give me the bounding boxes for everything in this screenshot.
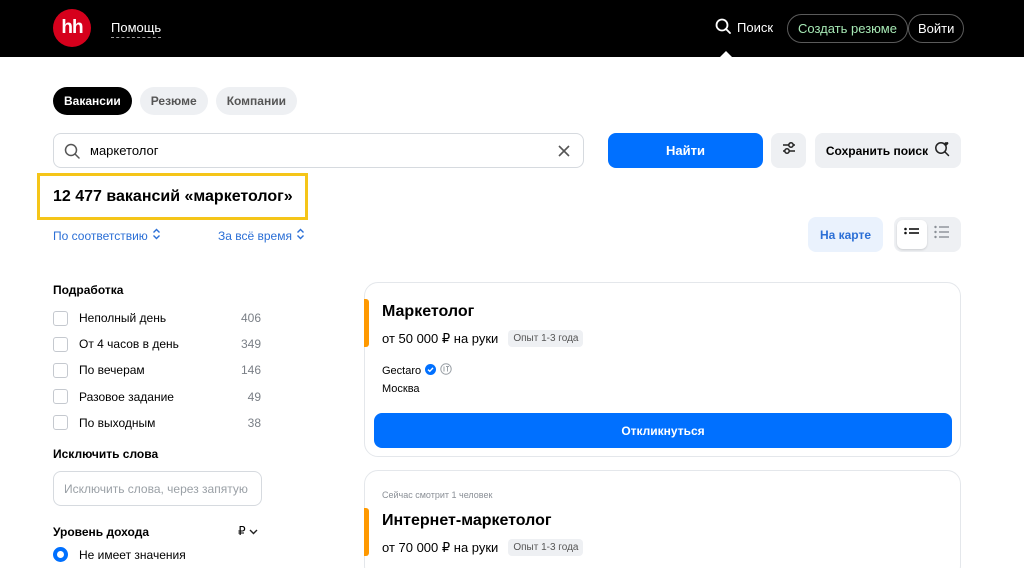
list-icon <box>904 226 920 244</box>
up-down-chevron-icon <box>296 228 305 243</box>
part-time-heading: Подработка <box>53 283 124 297</box>
search-type-tabs: Вакансии Резюме Компании <box>53 87 297 115</box>
filter-from-4-hours[interactable]: От 4 часов в день 349 <box>53 331 261 357</box>
tab-resumes[interactable]: Резюме <box>139 87 208 115</box>
save-search-label: Сохранить поиск <box>825 143 929 158</box>
compact-view-button[interactable] <box>927 220 957 249</box>
compact-list-icon <box>934 225 950 244</box>
vacancy-salary-row: от 70 000 ₽ на руки Опыт 1-3 года <box>382 539 584 556</box>
hh-logo[interactable]: hh <box>53 9 91 47</box>
sort-relevance-dropdown[interactable]: По соответствию <box>53 228 161 243</box>
map-view-button[interactable]: На карте <box>808 217 883 252</box>
part-time-filter-list: Неполный день 406 От 4 часов в день 349 … <box>53 305 261 436</box>
filter-label: По вечерам <box>79 363 145 378</box>
vacancy-salary-row: от 50 000 ₽ на руки Опыт 1-3 года <box>382 330 584 347</box>
vacancy-salary: от 70 000 ₽ на руки <box>382 539 499 555</box>
sort-relevance-label: По соответствию <box>53 228 148 243</box>
search-icon <box>64 142 82 160</box>
vacancy-title-link[interactable]: Маркетолог <box>382 303 474 321</box>
help-link[interactable]: Помощь <box>111 20 162 38</box>
vacancy-salary: от 50 000 ₽ на руки <box>382 330 499 346</box>
exclude-words-input[interactable] <box>53 471 262 506</box>
verified-check-icon <box>425 363 437 378</box>
header-search-label: Поиск <box>737 20 774 35</box>
login-button[interactable]: Войти <box>908 14 965 43</box>
filter-weekends[interactable]: По выходным 38 <box>53 410 261 436</box>
viewing-now-note: Сейчас смотрит 1 человек <box>382 490 493 500</box>
search-caret-indicator <box>719 51 733 58</box>
list-view-button[interactable] <box>897 220 927 249</box>
create-resume-button[interactable]: Создать резюме <box>787 14 908 43</box>
tab-vacancies[interactable]: Вакансии <box>53 87 132 115</box>
filter-one-time-task[interactable]: Разовое задание 49 <box>53 384 261 410</box>
advanced-filters-button[interactable] <box>771 133 806 168</box>
search-icon <box>715 18 731 37</box>
checkbox[interactable] <box>53 310 68 326</box>
currency-selector[interactable]: ₽ <box>238 524 258 538</box>
tab-companies[interactable]: Компании <box>215 87 297 115</box>
highlight-accent-bar <box>364 508 369 556</box>
respond-button[interactable]: Откликнуться <box>374 413 952 448</box>
clear-icon[interactable] <box>557 143 573 159</box>
income-level-heading: Уровень дохода <box>53 525 150 539</box>
filter-label: Неполный день <box>79 311 167 326</box>
filter-label: От 4 часов в день <box>79 337 179 352</box>
view-mode-toggle <box>894 217 961 252</box>
vacancy-city: Москва <box>382 383 420 395</box>
filter-part-time-day[interactable]: Неполный день 406 <box>53 305 261 331</box>
experience-badge: Опыт 1-3 года <box>508 539 584 556</box>
chevron-down-icon <box>249 524 258 538</box>
checkbox[interactable] <box>53 389 68 405</box>
filter-count: 406 <box>240 311 261 326</box>
filter-count: 146 <box>240 363 261 378</box>
find-button[interactable]: Найти <box>608 133 763 168</box>
filter-evenings[interactable]: По вечерам 146 <box>53 357 261 383</box>
filter-count: 49 <box>247 389 261 404</box>
exclude-words-heading: Исключить слова <box>53 447 159 461</box>
income-any-option[interactable]: Не имеет значения <box>53 547 186 562</box>
sort-period-dropdown[interactable]: За всё время <box>218 228 305 243</box>
header-search-link[interactable]: Поиск <box>715 18 773 37</box>
filter-label: Разовое задание <box>79 389 174 404</box>
top-navigation-bar: hh Помощь Поиск Создать резюме Войти <box>0 0 1024 58</box>
results-count-highlight: 12 477 вакансий «маркетолог» <box>37 173 308 220</box>
vacancy-card: Маркетолог от 50 000 ₽ на руки Опыт 1-3 … <box>364 282 961 457</box>
search-field <box>53 133 584 168</box>
filter-count: 38 <box>247 415 261 430</box>
company-link[interactable]: Gectaro <box>382 363 452 378</box>
experience-badge: Опыт 1-3 года <box>508 330 584 347</box>
radio-selected[interactable] <box>53 547 68 562</box>
heart-search-icon <box>934 141 950 160</box>
save-search-button[interactable]: Сохранить поиск <box>815 133 961 168</box>
results-count-title: 12 477 вакансий «маркетолог» <box>53 187 293 205</box>
sort-period-label: За всё время <box>218 228 292 243</box>
up-down-chevron-icon <box>152 228 161 243</box>
filter-count: 349 <box>240 337 261 352</box>
highlight-accent-bar <box>364 299 369 347</box>
vacancy-card: Сейчас смотрит 1 человек Интернет-маркет… <box>364 470 961 568</box>
it-accreditation-icon <box>440 363 452 378</box>
sliders-icon <box>781 140 797 161</box>
income-any-label: Не имеет значения <box>79 547 186 562</box>
search-input[interactable] <box>90 143 557 158</box>
vacancy-title-link[interactable]: Интернет-маркетолог <box>382 512 552 530</box>
company-name: Gectaro <box>382 364 422 377</box>
checkbox[interactable] <box>53 415 68 431</box>
checkbox[interactable] <box>53 362 68 378</box>
filter-label: По выходным <box>79 415 156 430</box>
checkbox[interactable] <box>53 336 68 352</box>
currency-symbol: ₽ <box>238 524 246 538</box>
